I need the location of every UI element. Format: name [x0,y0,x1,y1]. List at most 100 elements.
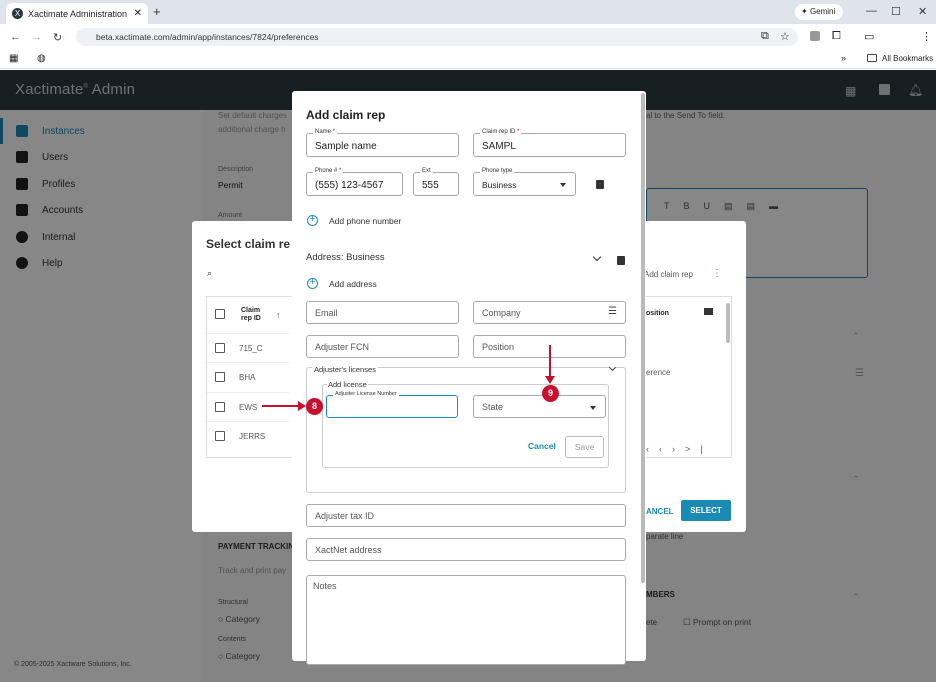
marker-8: 8 [306,398,323,415]
more-options-icon[interactable]: ⋮ [712,268,722,279]
folder-icon [867,54,877,62]
bookmarks-overflow-icon[interactable]: » [841,53,846,63]
save-license-button[interactable]: Save [565,436,604,458]
delete-phone-icon[interactable] [596,180,604,189]
notes-placeholder: Notes [313,581,337,591]
expand-less-icon[interactable]: ⌃ [852,331,860,342]
ext-field[interactable]: Ext 555 [413,168,459,196]
table-scrollbar[interactable] [726,303,730,343]
row-id: JERRS [239,431,266,441]
table-row[interactable]: JERRS [207,421,289,450]
pagination[interactable]: ‹‹›>| [646,444,713,454]
xactimate-favicon-icon: X [12,8,23,19]
delete-address-icon[interactable] [617,256,625,265]
close-tab-icon[interactable]: ✕ [134,8,142,19]
licenses-legend: Adjuster's licenses [312,365,378,374]
notes-field[interactable]: Notes [306,575,626,665]
dialog-scrollbar[interactable] [641,93,645,583]
row-id: EWS [239,402,258,412]
extensions-puzzle-icon[interactable]: ⧠ [832,30,841,43]
browser-tab[interactable]: X Xactimate Administration ✕ [6,3,148,24]
search-icon: ⌕ [207,268,213,278]
new-tab-icon[interactable]: + [153,4,161,19]
add-phone-number-link[interactable]: Add phone number [329,216,401,226]
email-field[interactable]: Email [306,301,459,324]
ext-value: 555 [422,180,439,191]
phone-value: (555) 123-4567 [315,180,384,191]
adjuster-tax-id-field[interactable]: Adjuster tax ID [306,504,626,527]
all-bookmarks-link[interactable]: All Bookmarks [882,54,933,63]
add-phone-icon[interactable]: + [307,215,318,226]
dialog-title: Add claim rep [306,108,386,122]
adjuster-fcn-placeholder: Adjuster FCN [315,342,370,352]
add-claim-rep-link[interactable]: Add claim rep [644,270,693,279]
expand-less-icon-3[interactable]: ⌃ [852,592,860,603]
cancel-license-button[interactable]: Cancel [528,441,556,451]
phone-field[interactable]: Phone # * (555) 123-4567 [306,168,403,196]
reference-text: erence [646,368,671,377]
select-all-checkbox[interactable] [215,309,225,322]
extension-icon[interactable] [810,31,820,41]
claim-rep-id-field[interactable]: Claim rep ID * SAMPL [473,129,626,157]
forward-icon[interactable]: → [31,31,42,43]
claim-rep-id-label: Claim rep ID * [480,129,522,135]
name-value: Sample name [315,141,377,152]
license-number-label: Adjuster License Number [333,391,399,397]
list-icon: ☰ [855,368,864,379]
apps-grid-icon[interactable]: ▦ [9,53,18,64]
select-button[interactable]: SELECT [681,500,731,521]
marker-8-arrowhead [298,401,306,411]
install-app-icon[interactable]: ⧉ [761,30,769,43]
web-icon[interactable]: ◍ [37,53,46,64]
tab-title: Xactimate Administration [28,8,128,19]
claim-rep-id-value: SAMPL [482,141,516,152]
url-field[interactable]: beta.xactimate.com/admin/app/instances/7… [76,28,798,46]
add-address-icon[interactable]: + [307,278,318,289]
marker-9: 9 [542,385,559,402]
table-row[interactable]: BHA [207,362,289,391]
marker-9-arrowhead [545,376,555,384]
close-window-icon[interactable]: ✕ [918,5,927,18]
name-field[interactable]: Name * Sample name [306,129,459,157]
chevron-down-icon [560,183,566,187]
gemini-label: Gemini [809,7,836,16]
marker-8-arrow [262,405,302,407]
row-id: BHA [239,372,256,382]
maximize-icon[interactable]: ☐ [891,5,901,18]
phone-type-value: Business [482,180,517,190]
reload-icon[interactable]: ↻ [53,31,62,44]
address-title: Address: Business [306,252,385,263]
bookmark-star-icon[interactable]: ☆ [780,30,790,43]
phone-type-select[interactable]: Phone type Business [473,168,576,196]
company-field[interactable]: Company ☰ [473,301,626,324]
add-license-legend: Add license [327,380,368,389]
bookmarks-bar [0,49,936,69]
state-placeholder: State [482,402,504,412]
tax-id-placeholder: Adjuster tax ID [315,511,375,521]
col-position: osition [646,310,669,317]
add-address-link[interactable]: Add address [329,279,377,289]
minimize-icon[interactable]: — [866,5,877,17]
adjuster-license-number-field[interactable]: Adjuster License Number [326,391,458,418]
name-label: Name * [313,129,338,135]
columns-icon[interactable] [704,308,713,315]
sort-asc-icon[interactable]: ↑ [276,310,281,320]
col-claim-rep-id[interactable]: Claim rep ID [241,307,271,323]
chevron-down-icon [590,406,596,410]
gemini-button[interactable]: ✦ Gemini [795,4,843,20]
position-placeholder: Position [482,342,515,352]
back-icon[interactable]: ← [10,31,21,43]
browser-menu-icon[interactable]: ⋮ [921,30,932,43]
expand-less-icon-2[interactable]: ⌃ [852,474,860,485]
state-select[interactable]: State [473,395,606,418]
xactnet-address-field[interactable]: XactNet address [306,538,626,561]
adjuster-fcn-field[interactable]: Adjuster FCN [306,335,459,358]
select-dialog-cancel[interactable]: ANCEL [646,507,674,516]
company-list-icon[interactable]: ☰ [608,306,617,317]
table-row[interactable]: 715_C [207,333,289,362]
url-text: beta.xactimate.com/admin/app/instances/7… [96,32,319,42]
row-id: 715_C [239,343,263,353]
side-panel-icon[interactable]: ▭ [864,30,874,43]
phone-label: Phone # * [313,168,344,174]
ext-label: Ext [420,168,433,174]
